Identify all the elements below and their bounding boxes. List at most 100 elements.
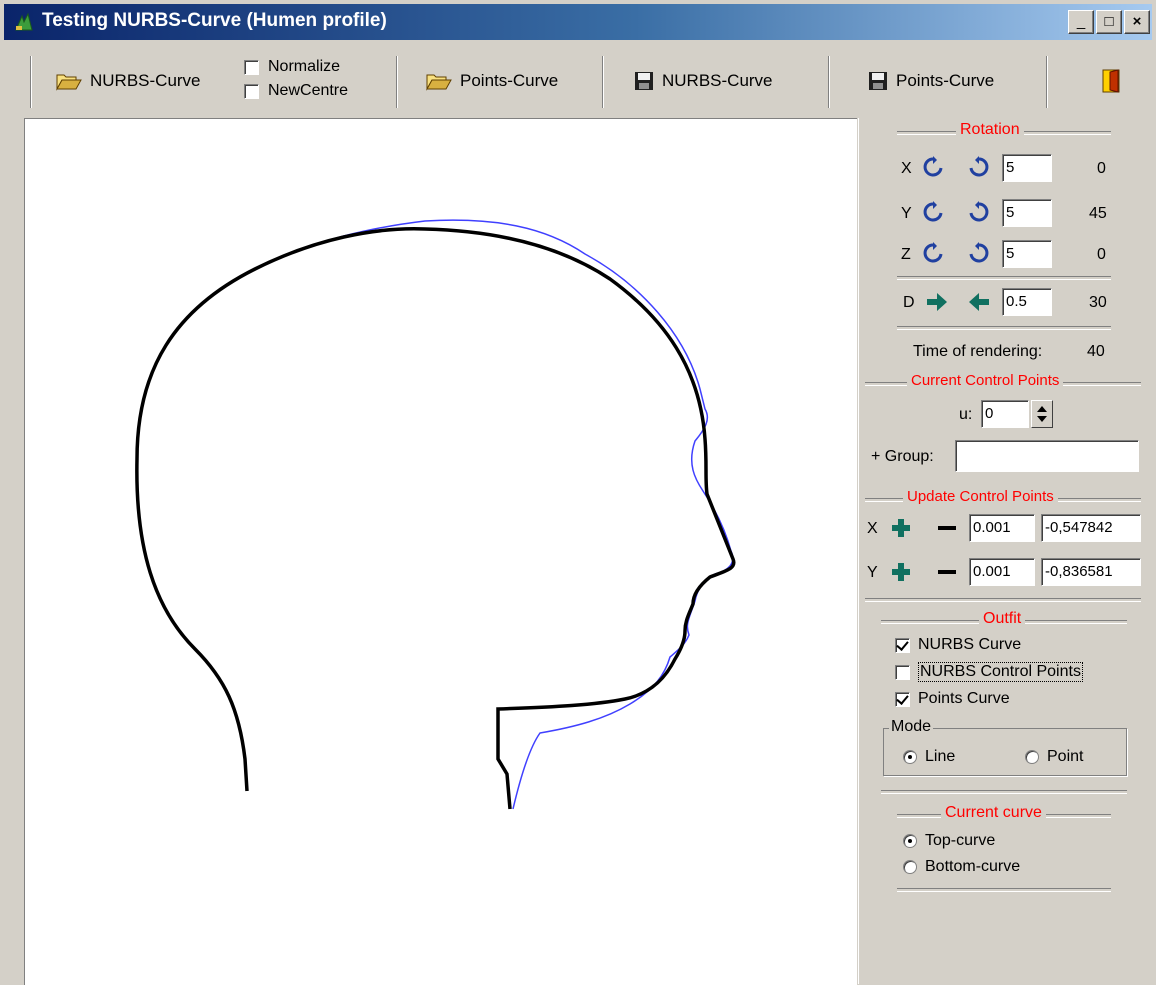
bottom-curve-label: Bottom-curve xyxy=(925,858,1021,875)
plus-icon[interactable] xyxy=(889,516,913,540)
group-divider xyxy=(881,790,1127,794)
update-y-value-input[interactable]: -0,836581 xyxy=(1041,558,1141,586)
options-group: Normalize NewCentre xyxy=(244,58,394,106)
rotation-y-step-input[interactable]: 5 xyxy=(1002,199,1052,227)
u-spinner-buttons[interactable] xyxy=(1031,400,1053,428)
u-spinner-input[interactable]: 0 xyxy=(981,400,1029,428)
window-title: Testing NURBS-Curve (Humen profile) xyxy=(42,10,387,31)
group-divider xyxy=(897,276,1111,280)
update-x-step-input[interactable]: 0.001 xyxy=(969,514,1035,542)
nurbs-curve-checkbox-box[interactable] xyxy=(895,637,910,653)
mode-line-label: Line xyxy=(925,748,956,765)
group-label: + Group: xyxy=(871,448,934,465)
exit-button[interactable] xyxy=(1102,50,1128,112)
distance-value: 30 xyxy=(1089,294,1107,311)
minus-icon[interactable] xyxy=(935,516,959,540)
arrow-left-icon[interactable] xyxy=(967,290,991,314)
folder-open-icon xyxy=(426,74,452,91)
rotation-z-value: 0 xyxy=(1097,246,1106,263)
arrow-right-icon[interactable] xyxy=(925,290,949,314)
toolbar-separator xyxy=(1046,56,1048,108)
mode-line-radio[interactable]: Line xyxy=(903,748,955,766)
normalize-label: Normalize xyxy=(268,58,341,75)
rotate-ccw-icon[interactable] xyxy=(921,156,945,180)
nurbs-control-points-checkbox-label: NURBS Control Points xyxy=(918,662,1083,682)
title-bar[interactable]: Testing NURBS-Curve (Humen profile) _ □ … xyxy=(4,4,1152,40)
exit-door-icon xyxy=(1102,69,1120,93)
minimize-button[interactable]: _ xyxy=(1068,10,1094,34)
rotate-ccw-icon[interactable] xyxy=(921,242,945,266)
head-profile-plot xyxy=(135,219,736,810)
rotation-x-value: 0 xyxy=(1097,160,1106,177)
outfit-title: Outfit xyxy=(979,610,1026,628)
app-icon xyxy=(15,12,33,31)
rotation-title: Rotation xyxy=(956,121,1024,139)
update-y-step-input[interactable]: 0.001 xyxy=(969,558,1035,586)
rotate-ccw-icon[interactable] xyxy=(921,201,945,225)
update-x-value-input[interactable]: -0,547842 xyxy=(1041,514,1141,542)
floppy-disk-icon xyxy=(635,72,653,90)
maximize-button[interactable]: □ xyxy=(1096,10,1122,34)
points-curve-checkbox-label: Points Curve xyxy=(918,690,1010,707)
points-curve-checkbox[interactable]: Points Curve xyxy=(895,690,1010,708)
current-control-points-title: Current Control Points xyxy=(907,372,1064,389)
save-points-curve-label: Points-Curve xyxy=(896,71,995,90)
group-divider xyxy=(865,598,1141,602)
rotate-cw-icon[interactable] xyxy=(967,156,991,180)
toolbar-separator xyxy=(30,56,32,108)
newcentre-checkbox-box[interactable] xyxy=(244,83,259,99)
toolbar: NURBS-Curve Normalize NewCentre Points-C… xyxy=(22,50,1152,112)
rotation-x-label: X xyxy=(901,160,912,177)
nurbs-control-points-checkbox[interactable]: NURBS Control Points xyxy=(895,662,1083,682)
normalize-checkbox[interactable]: Normalize xyxy=(244,58,340,76)
bottom-curve-radio-button[interactable] xyxy=(903,860,917,874)
spinner-arrows-icon xyxy=(1037,406,1047,422)
open-points-curve-label: Points-Curve xyxy=(460,71,559,90)
open-points-curve-button[interactable]: Points-Curve xyxy=(426,50,558,112)
points-curve-checkbox-box[interactable] xyxy=(895,691,910,707)
close-button[interactable]: × xyxy=(1124,10,1150,34)
toolbar-separator xyxy=(602,56,604,108)
control-panel: Rotation X 5 0 Y 5 45 Z 5 0 D 0.5 30 Tim… xyxy=(858,118,1153,984)
update-control-points-title: Update Control Points xyxy=(903,488,1058,505)
nurbs-curve-checkbox-label: NURBS Curve xyxy=(918,636,1022,653)
open-nurbs-curve-button[interactable]: NURBS-Curve xyxy=(56,50,201,112)
floppy-disk-icon xyxy=(869,72,887,90)
mode-point-radio[interactable]: Point xyxy=(1025,748,1083,766)
save-nurbs-curve-button[interactable]: NURBS-Curve xyxy=(634,50,773,112)
minus-icon[interactable] xyxy=(935,560,959,584)
top-curve-label: Top-curve xyxy=(925,832,996,849)
top-curve-radio-button[interactable] xyxy=(903,834,917,848)
mode-point-label: Point xyxy=(1047,748,1084,765)
group-divider xyxy=(897,888,1111,892)
nurbs-curve-checkbox[interactable]: NURBS Curve xyxy=(895,636,1021,654)
mode-point-radio-button[interactable] xyxy=(1025,750,1039,764)
drawing-canvas[interactable] xyxy=(24,118,857,985)
toolbar-separator xyxy=(828,56,830,108)
u-label: u: xyxy=(959,406,973,423)
distance-step-input[interactable]: 0.5 xyxy=(1002,288,1052,316)
rotation-z-step-input[interactable]: 5 xyxy=(1002,240,1052,268)
rotation-x-step-input[interactable]: 5 xyxy=(1002,154,1052,182)
plus-icon[interactable] xyxy=(889,560,913,584)
group-input[interactable] xyxy=(955,440,1139,472)
newcentre-checkbox[interactable]: NewCentre xyxy=(244,82,348,100)
nurbs-control-points-checkbox-box[interactable] xyxy=(895,664,910,680)
rotation-y-value: 45 xyxy=(1089,205,1107,222)
update-y-label: Y xyxy=(867,564,878,581)
save-nurbs-curve-label: NURBS-Curve xyxy=(662,71,773,90)
rendering-time-value: 40 xyxy=(1087,343,1105,360)
app-window: Testing NURBS-Curve (Humen profile) _ □ … xyxy=(0,0,1156,985)
current-curve-title: Current curve xyxy=(941,804,1046,822)
save-points-curve-button[interactable]: Points-Curve xyxy=(868,50,994,112)
mode-line-radio-button[interactable] xyxy=(903,750,917,764)
open-nurbs-curve-label: NURBS-Curve xyxy=(90,71,201,90)
rotate-cw-icon[interactable] xyxy=(967,201,991,225)
bottom-curve-radio[interactable]: Bottom-curve xyxy=(903,858,1020,876)
toolbar-separator xyxy=(396,56,398,108)
rendering-time-label: Time of rendering: xyxy=(913,343,1043,360)
mode-title: Mode xyxy=(889,718,934,736)
rotate-cw-icon[interactable] xyxy=(967,242,991,266)
top-curve-radio[interactable]: Top-curve xyxy=(903,832,995,850)
normalize-checkbox-box[interactable] xyxy=(244,59,259,75)
